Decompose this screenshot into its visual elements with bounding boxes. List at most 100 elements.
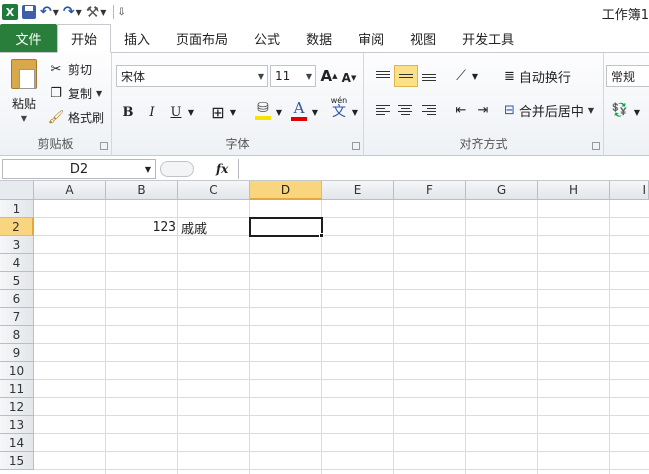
fill-handle[interactable] [319,233,324,238]
underline-dropdown-icon[interactable]: ▼ [186,101,196,123]
increase-indent-icon[interactable]: ⇥ [472,99,494,121]
name-box[interactable]: D2 ▼ [2,159,156,179]
align-middle-button[interactable] [394,65,418,87]
currency-icon[interactable]: 💱 [608,99,632,121]
tab-view[interactable]: 视图 [397,24,449,52]
font-color-button[interactable]: A [288,99,310,121]
row-header-14[interactable]: 14 [0,434,34,452]
excel-logo-icon[interactable]: X [2,2,18,22]
decrease-indent-icon[interactable]: ⇤ [450,99,472,121]
alignment-group-label: 对齐方式 [459,137,508,151]
cell-b2[interactable]: 123 [106,218,176,236]
row-header-13[interactable]: 13 [0,416,34,434]
orientation-icon[interactable]: ⟋ [450,65,472,87]
chevron-down-icon[interactable]: ▼ [228,101,238,123]
font-color-swatch [291,117,307,121]
column-header-d[interactable]: D [250,181,322,200]
copy-button[interactable]: ❐ 复制 ▼ [48,83,102,103]
clipboard-group-label: 剪贴板 [37,137,74,151]
font-size-value: 11 [275,69,291,83]
row-header-6[interactable]: 6 [0,290,34,308]
row-header-4[interactable]: 4 [0,254,34,272]
column-header-e[interactable]: E [322,181,394,200]
align-bottom-button[interactable] [418,65,440,87]
font-name-select[interactable]: 宋体 ▼ [116,65,268,87]
chevron-down-icon: ▼ [75,7,82,17]
formula-controls: fx [160,159,236,179]
row-header-9[interactable]: 9 [0,344,34,362]
ribbon: 粘贴 ▼ ✂ 剪切 ❐ 复制 ▼ 🖌 格式刷 剪贴板 宋体 ▼ 11 ▼ A ▲ … [0,53,649,156]
tab-home[interactable]: 开始 [57,24,112,53]
tab-data[interactable]: 数据 [293,24,345,52]
underline-button[interactable]: U [166,101,186,123]
dialog-launcher-icon[interactable] [100,142,108,150]
shrink-font-icon: A [341,71,351,85]
active-cell-d2[interactable] [249,217,323,237]
column-header-h[interactable]: H [538,181,610,200]
align-center-button[interactable] [394,99,416,121]
tab-page-layout[interactable]: 页面布局 [163,24,241,52]
save-icon[interactable] [22,2,36,22]
customize-qat-button[interactable]: ⇩ [117,2,125,22]
merge-center-button[interactable]: ⊟ 合并后居中 ▼ [504,99,596,121]
font-group: 宋体 ▼ 11 ▼ A ▲ A ▼ B I U ▼ ⊞ ▼ ⛁ ▼ A ▼ wén … [112,53,364,156]
row-header-15[interactable]: 15 [0,452,34,470]
select-all-corner[interactable] [0,181,34,200]
brush-icon: 🖌 [47,109,65,125]
dialog-launcher-icon[interactable] [352,142,360,150]
formula-expand-handle[interactable] [160,161,194,177]
row-header-11[interactable]: 11 [0,380,34,398]
font-size-select[interactable]: 11 ▼ [270,65,316,87]
undo-button[interactable]: ↶ ▼ [40,2,59,22]
tab-insert[interactable]: 插入 [111,24,163,52]
chevron-down-icon[interactable]: ▼ [470,65,480,87]
align-middle-icon [399,70,413,82]
phonetic-button[interactable]: wén 文 [328,97,350,120]
number-format-value: 常规 [611,69,636,84]
formula-input[interactable] [238,159,649,179]
tools-button[interactable]: ⚒ ▼ [86,2,107,22]
row-header-1[interactable]: 1 [0,200,34,218]
cut-button[interactable]: ✂ 剪切 [48,59,92,79]
cell-c2[interactable]: 戚戚 [181,218,249,237]
paste-button[interactable]: 粘贴 ▼ [6,59,42,137]
number-format-select[interactable]: 常规 [606,65,649,87]
row-header-5[interactable]: 5 [0,272,34,290]
row-header-10[interactable]: 10 [0,362,34,380]
tab-review[interactable]: 审阅 [345,24,397,52]
column-header-a[interactable]: A [34,181,106,200]
cell-area[interactable] [34,200,649,474]
grow-font-button[interactable]: A ▲ [320,65,338,87]
row-header-8[interactable]: 8 [0,326,34,344]
row-header-3[interactable]: 3 [0,236,34,254]
redo-button[interactable]: ↷ ▼ [63,2,82,22]
borders-icon[interactable]: ⊞ [208,101,228,123]
dialog-launcher-icon[interactable] [592,142,600,150]
chevron-down-icon[interactable]: ▼ [310,101,320,123]
row-header-7[interactable]: 7 [0,308,34,326]
align-left-button[interactable] [372,99,394,121]
shrink-font-button[interactable]: A ▼ [340,67,358,89]
format-painter-button[interactable]: 🖌 格式刷 [48,107,104,127]
chevron-down-icon[interactable]: ▼ [632,101,642,123]
row-header-2[interactable]: 2 [0,218,34,236]
column-header-c[interactable]: C [178,181,250,200]
bold-button[interactable]: B [118,101,138,123]
wrap-text-button[interactable]: ≣ 自动换行 [504,65,590,87]
row-header-12[interactable]: 12 [0,398,34,416]
tab-developer[interactable]: 开发工具 [449,24,527,52]
column-header-i[interactable]: I [610,181,649,200]
chevron-down-icon[interactable]: ▼ [274,101,284,123]
tab-file[interactable]: 文件 [0,24,57,52]
italic-button[interactable]: I [142,101,162,123]
fill-color-button[interactable]: ⛁ [252,99,274,121]
chevron-down-icon[interactable]: ▼ [350,101,360,123]
tab-formulas[interactable]: 公式 [241,24,293,52]
column-header-g[interactable]: G [466,181,538,200]
column-header-b[interactable]: B [106,181,178,200]
align-right-button[interactable] [418,99,440,121]
align-top-button[interactable] [372,65,394,87]
alignment-group: ⟋ ▼ ≣ 自动换行 ⇤ ⇥ ⊟ 合并后居中 ▼ 对齐方式 [364,53,604,156]
insert-function-icon[interactable]: fx [216,162,228,176]
column-header-f[interactable]: F [394,181,466,200]
